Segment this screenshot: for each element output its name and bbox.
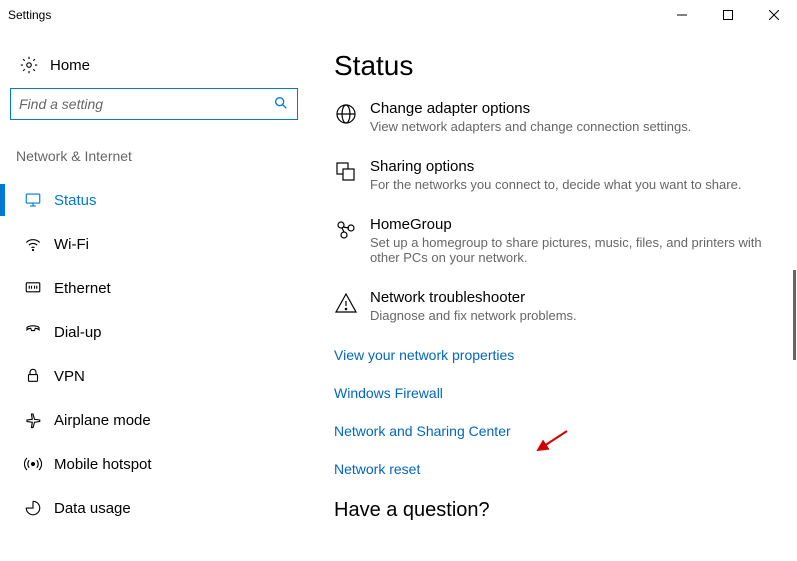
airplane-icon — [20, 411, 46, 429]
home-label: Home — [50, 57, 90, 74]
link-windows-firewall[interactable]: Windows Firewall — [334, 385, 773, 401]
sidebar-item-label: Data usage — [54, 500, 131, 517]
sidebar-item-label: Status — [54, 192, 97, 209]
globe-icon — [334, 100, 370, 134]
option-title: HomeGroup — [370, 216, 773, 233]
wifi-icon — [20, 235, 46, 253]
option-desc: Diagnose and fix network problems. — [370, 308, 773, 323]
sidebar-item-ethernet[interactable]: Ethernet — [10, 266, 300, 310]
homegroup-icon — [334, 216, 370, 265]
titlebar: Settings — [0, 0, 797, 30]
category-label: Network & Internet — [10, 148, 300, 178]
scrollbar-thumb[interactable] — [793, 270, 796, 360]
sidebar-item-label: Mobile hotspot — [54, 456, 152, 473]
option-adapter[interactable]: Change adapter options View network adap… — [334, 100, 773, 134]
option-troubleshooter[interactable]: Network troubleshooter Diagnose and fix … — [334, 289, 773, 323]
sidebar-item-label: VPN — [54, 368, 85, 385]
option-sharing[interactable]: Sharing options For the networks you con… — [334, 158, 773, 192]
search-input[interactable] — [19, 96, 273, 112]
sidebar-item-label: Wi-Fi — [54, 236, 89, 253]
sidebar-item-label: Dial-up — [54, 324, 102, 341]
option-desc: For the networks you connect to, decide … — [370, 177, 773, 192]
sidebar-item-vpn[interactable]: VPN — [10, 354, 300, 398]
status-icon — [20, 191, 46, 209]
sidebar-item-label: Ethernet — [54, 280, 111, 297]
option-title: Sharing options — [370, 158, 773, 175]
scrollbar[interactable] — [787, 30, 797, 561]
sidebar-item-airplane[interactable]: Airplane mode — [10, 398, 300, 442]
search-icon — [273, 95, 289, 114]
sidebar-item-wifi[interactable]: Wi-Fi — [10, 222, 300, 266]
window-controls — [659, 0, 797, 30]
gear-icon — [16, 56, 42, 74]
sidebar: Home Network & Internet Status Wi-Fi — [0, 30, 310, 561]
link-network-reset[interactable]: Network reset — [334, 461, 773, 477]
sidebar-item-datausage[interactable]: Data usage — [10, 486, 300, 530]
dialup-icon — [20, 323, 46, 341]
close-button[interactable] — [751, 0, 797, 30]
sidebar-item-hotspot[interactable]: Mobile hotspot — [10, 442, 300, 486]
warning-icon — [334, 289, 370, 323]
link-network-sharing-center[interactable]: Network and Sharing Center — [334, 423, 773, 439]
vpn-icon — [20, 367, 46, 385]
sidebar-item-dialup[interactable]: Dial-up — [10, 310, 300, 354]
question-heading: Have a question? — [334, 499, 773, 522]
home-button[interactable]: Home — [10, 50, 300, 88]
ethernet-icon — [20, 279, 46, 297]
hotspot-icon — [20, 455, 46, 473]
maximize-button[interactable] — [705, 0, 751, 30]
sidebar-item-label: Airplane mode — [54, 412, 151, 429]
option-desc: Set up a homegroup to share pictures, mu… — [370, 235, 773, 265]
search-box[interactable] — [10, 88, 298, 120]
datausage-icon — [20, 499, 46, 517]
minimize-button[interactable] — [659, 0, 705, 30]
main-panel: Status Change adapter options View netwo… — [310, 30, 797, 561]
page-title: Status — [334, 50, 773, 82]
sharing-icon — [334, 158, 370, 192]
option-title: Change adapter options — [370, 100, 773, 117]
sidebar-item-status[interactable]: Status — [10, 178, 300, 222]
option-homegroup[interactable]: HomeGroup Set up a homegroup to share pi… — [334, 216, 773, 265]
window-title: Settings — [8, 8, 51, 22]
option-title: Network troubleshooter — [370, 289, 773, 306]
option-desc: View network adapters and change connect… — [370, 119, 773, 134]
link-network-properties[interactable]: View your network properties — [334, 347, 773, 363]
